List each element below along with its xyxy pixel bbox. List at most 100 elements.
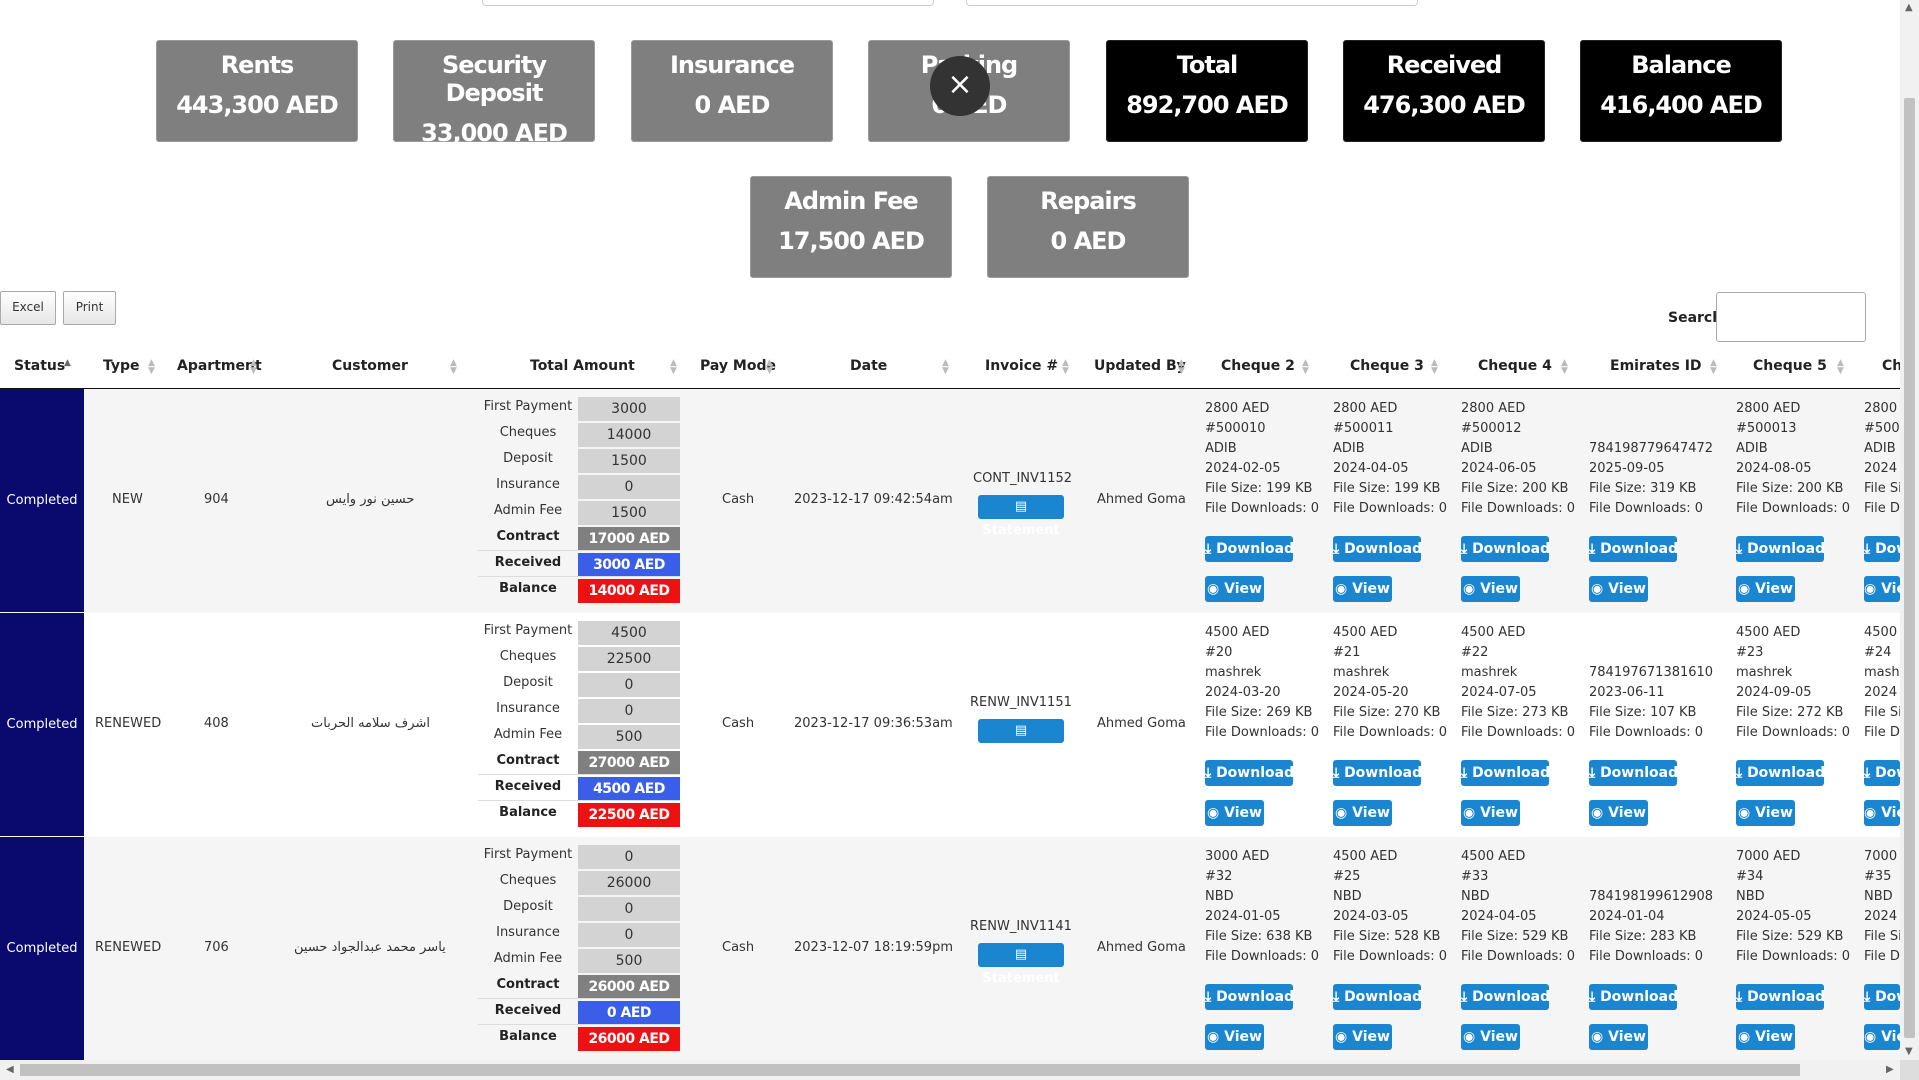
cheque-amount: 4500	[1864, 625, 1898, 640]
view-button[interactable]: ◉ View	[1864, 800, 1900, 826]
cheque-date: 2024-02-05	[1205, 461, 1281, 476]
column-header-cheque-5[interactable]: Cheque 5	[1753, 358, 1827, 374]
column-header-status[interactable]: Status	[14, 358, 65, 374]
file-downloads: File Downloads: 0	[1461, 501, 1576, 516]
download-button[interactable]: ⤓ Download	[1333, 760, 1421, 786]
view-button[interactable]: ◉ View	[1736, 576, 1795, 602]
sort-icon: ▲ ▼	[1302, 358, 1309, 376]
table-header: Status ▲ Type ▲ ▼ Apartment ▲ ▼ Customer ▲…	[0, 350, 1900, 389]
column-header-date[interactable]: Date	[850, 358, 887, 374]
sort-icon: ▲ ▼	[1178, 358, 1185, 376]
statement-button[interactable]: ▤ Statement	[978, 943, 1064, 986]
download-button[interactable]: ⤓ Download	[1333, 984, 1421, 1010]
download-button[interactable]: ⤓ Download	[1333, 536, 1421, 562]
horizontal-scrollbar[interactable]: ◀ ▶	[0, 1060, 1900, 1080]
column-header-emirates-id[interactable]: Emirates ID	[1610, 358, 1702, 374]
view-button[interactable]: ◉ View	[1461, 576, 1520, 602]
scroll-left-icon[interactable]: ◀	[6, 1064, 14, 1075]
excel-button[interactable]: Excel	[0, 291, 56, 325]
download-button[interactable]: ⤓ Download	[1864, 536, 1900, 562]
download-button[interactable]: ⤓ Download	[1589, 536, 1677, 562]
card-title: Total	[1176, 51, 1239, 79]
view-button[interactable]: ◉ View	[1333, 1024, 1392, 1050]
file-size: File Size: 270 KB	[1333, 705, 1441, 720]
download-button[interactable]: ⤓ Download	[1205, 760, 1293, 786]
view-button[interactable]: ◉ View	[1461, 1024, 1520, 1050]
file-size: File Size: 199 KB	[1205, 481, 1313, 496]
file-size: File Size: 107 KB	[1589, 705, 1697, 720]
search-input[interactable]	[1716, 292, 1866, 342]
cheque-amount: 2800	[1864, 401, 1898, 416]
close-overlay-button[interactable]: ×	[930, 56, 990, 116]
file-downloads: File Downloads: 0	[1333, 501, 1448, 516]
cheque-bank: mashi	[1864, 665, 1900, 680]
view-label: View	[1608, 581, 1646, 597]
first-payment-label: First Payment	[483, 847, 573, 862]
view-button[interactable]: ◉ View	[1333, 800, 1392, 826]
download-label: Download	[1747, 541, 1824, 557]
view-button[interactable]: ◉ View	[1205, 1024, 1264, 1050]
view-button[interactable]: ◉ View	[1864, 576, 1900, 602]
download-button[interactable]: ⤓ Download	[1205, 984, 1293, 1010]
received-value: 0 AED	[578, 1001, 680, 1025]
download-icon: ⤓	[1333, 765, 1345, 781]
download-button[interactable]: ⤓ Download	[1864, 984, 1900, 1010]
scroll-right-icon[interactable]: ▶	[1886, 1064, 1894, 1075]
download-button[interactable]: ⤓ Download	[1736, 536, 1824, 562]
vertical-scroll-thumb[interactable]	[1904, 98, 1915, 1038]
download-button[interactable]: ⤓ Download	[1461, 984, 1549, 1010]
file-downloads: File Downloads: 0	[1589, 725, 1704, 740]
vertical-scrollbar[interactable]: ▲ ▼	[1900, 0, 1919, 1060]
download-button[interactable]: ⤓ Download	[1461, 760, 1549, 786]
eye-icon: ◉	[1591, 805, 1609, 821]
view-button[interactable]: ◉ View	[1333, 576, 1392, 602]
column-header-cheque-3[interactable]: Cheque 3	[1350, 358, 1424, 374]
scroll-up-icon[interactable]: ▲	[1905, 2, 1913, 13]
eye-icon: ◉	[1335, 1029, 1353, 1045]
download-button[interactable]: ⤓ Download	[1461, 536, 1549, 562]
statement-button[interactable]: ▤ Statement	[978, 719, 1064, 762]
column-header-customer[interactable]: Customer	[332, 358, 408, 374]
view-button[interactable]: ◉ View	[1864, 1024, 1900, 1050]
cheque-2-info: 4500 AED #20 mashrek 2024-03-20 File Siz…	[1205, 623, 1319, 743]
column-header-cheque-6[interactable]: Che	[1882, 358, 1900, 374]
download-icon: ⤓	[1864, 765, 1876, 781]
view-button[interactable]: ◉ View	[1736, 1024, 1795, 1050]
eye-icon: ◉	[1738, 1029, 1756, 1045]
download-label: Download	[1747, 765, 1824, 781]
view-button[interactable]: ◉ View	[1589, 576, 1648, 602]
cheque-bank: ADIB	[1333, 441, 1365, 456]
cheque-amount: 4500 AED	[1461, 849, 1526, 864]
column-header-invoice[interactable]: Invoice #	[985, 358, 1058, 374]
view-button[interactable]: ◉ View	[1589, 800, 1648, 826]
view-button[interactable]: ◉ View	[1205, 800, 1264, 826]
column-header-apartment[interactable]: Apartment	[177, 358, 262, 374]
file-downloads: File Downloads: 0	[1205, 949, 1320, 964]
column-header-total-amount[interactable]: Total Amount	[530, 358, 635, 374]
download-button[interactable]: ⤓ Download	[1205, 536, 1293, 562]
download-button[interactable]: ⤓ Download	[1736, 984, 1824, 1010]
download-button[interactable]: ⤓ Download	[1589, 984, 1677, 1010]
card-value: 416,400 AED	[1600, 91, 1763, 119]
view-button[interactable]: ◉ View	[1736, 800, 1795, 826]
download-button[interactable]: ⤓ Download	[1736, 760, 1824, 786]
download-button[interactable]: ⤓ Download	[1589, 760, 1677, 786]
scrollbar-corner	[1900, 1060, 1919, 1080]
statement-button[interactable]: ▤ Statement	[978, 495, 1064, 538]
horizontal-scroll-thumb[interactable]	[20, 1064, 1800, 1076]
column-header-pay-mode[interactable]: Pay Mode	[700, 358, 776, 374]
print-button[interactable]: Print	[63, 291, 116, 325]
download-icon: ⤓	[1864, 989, 1876, 1005]
column-header-type[interactable]: Type	[103, 358, 140, 374]
column-header-cheque-2[interactable]: Cheque 2	[1221, 358, 1295, 374]
eye-icon: ◉	[1864, 805, 1882, 821]
download-button[interactable]: ⤓ Download	[1864, 760, 1900, 786]
type-cell: RENEWED	[95, 940, 162, 955]
column-header-cheque-4[interactable]: Cheque 4	[1478, 358, 1552, 374]
view-button[interactable]: ◉ View	[1589, 1024, 1648, 1050]
scroll-down-icon[interactable]: ▼	[1905, 1046, 1913, 1057]
card-security-deposit: Security Deposit 33,000 AED	[393, 40, 595, 147]
view-button[interactable]: ◉ View	[1461, 800, 1520, 826]
view-button[interactable]: ◉ View	[1205, 576, 1264, 602]
column-header-updated-by[interactable]: Updated By	[1094, 358, 1186, 374]
